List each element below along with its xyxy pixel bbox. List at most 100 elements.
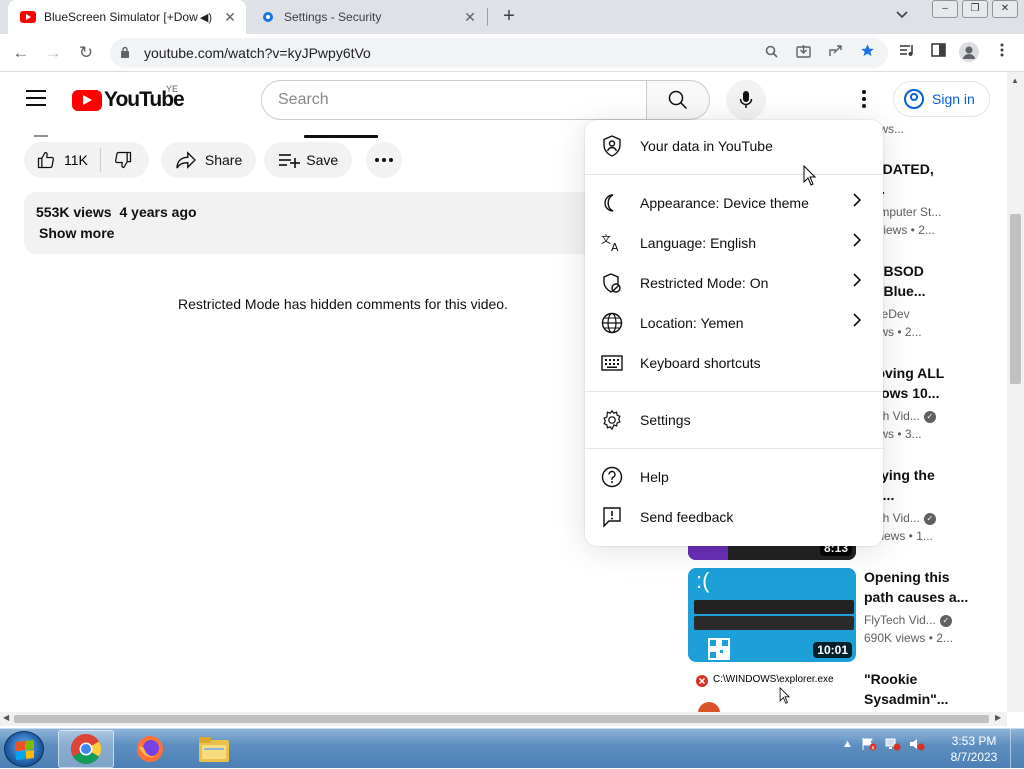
taskbar-chrome[interactable]: [58, 730, 114, 768]
system-tray: ▲ x: [842, 737, 925, 751]
recommendation-item[interactable]: Opening this path causes a... FlyTech Vi…: [864, 567, 974, 647]
show-desktop-button[interactable]: [1010, 729, 1024, 769]
profile-avatar-icon[interactable]: [958, 42, 980, 64]
sign-in-label: Sign in: [932, 91, 975, 107]
menu-item-appearance[interactable]: Appearance: Device theme: [585, 183, 883, 223]
action-center-flag-icon: x: [862, 738, 877, 751]
settings-dropdown-menu: Your data in YouTube Appearance: Device …: [585, 120, 883, 546]
browser-toolbar: ← → ↻ youtube.com/watch?v=kyJPwpy6tVo: [0, 34, 1024, 72]
youtube-header: YouTube YE Sign in: [0, 72, 1010, 126]
keyboard-icon: [601, 352, 623, 374]
rec-stats: 690K views • 2...: [864, 631, 953, 645]
scroll-left-arrow-icon[interactable]: ◀: [3, 713, 9, 722]
menu-item-restricted-mode[interactable]: Restricted Mode: On: [585, 263, 883, 303]
browser-tab-strip: BlueScreen Simulator [+Dow ◀) ✕ Settings…: [0, 0, 1024, 34]
lock-icon[interactable]: [120, 46, 134, 61]
tab-bluescreen-simulator[interactable]: BlueScreen Simulator [+Dow ◀) ✕: [8, 0, 246, 34]
show-hidden-icons-icon[interactable]: ▲: [842, 738, 853, 750]
gear-icon: [601, 409, 623, 431]
youtube-favicon-icon: [20, 9, 36, 25]
more-actions-button[interactable]: [366, 142, 403, 178]
folder-icon: [199, 737, 229, 762]
guide-menu-icon[interactable]: [26, 90, 46, 106]
menu-item-settings[interactable]: Settings: [585, 400, 883, 440]
video-meta: 553K views 4 years ago: [36, 204, 632, 220]
taskbar-file-explorer[interactable]: [186, 730, 242, 768]
video-thumbnail[interactable]: :( 10:01: [688, 568, 856, 662]
reading-list-icon[interactable]: [896, 42, 918, 64]
start-button[interactable]: [4, 731, 44, 767]
reload-icon[interactable]: ↻: [75, 42, 97, 64]
menu-item-send-feedback[interactable]: Send feedback: [585, 497, 883, 537]
share-button[interactable]: Share: [160, 142, 257, 178]
side-panel-icon[interactable]: [927, 42, 949, 64]
account-circle-icon: [904, 89, 924, 109]
video-thumbnail[interactable]: C:\WINDOWS\explorer.exe: [688, 670, 856, 712]
tab-title: BlueScreen Simulator [+Dow: [44, 10, 198, 24]
new-tab-button[interactable]: +: [498, 6, 520, 28]
recommendation-item[interactable]: "Rookie Sysadmin"...: [864, 669, 974, 709]
zoom-search-icon[interactable]: [760, 42, 782, 64]
clock-time: 3:53 PM: [951, 734, 997, 748]
channel-row-clipped: [34, 126, 384, 138]
menu-item-label: Send feedback: [640, 509, 734, 525]
horizontal-scrollbar[interactable]: ◀ ▶: [0, 712, 1007, 726]
search-input[interactable]: [278, 91, 646, 109]
horizontal-scroll-thumb[interactable]: [14, 715, 989, 723]
scroll-right-arrow-icon[interactable]: ▶: [995, 713, 1001, 722]
vertical-scrollbar[interactable]: ▲: [1007, 72, 1024, 712]
close-window-button[interactable]: ✕: [992, 0, 1018, 18]
search-icon: [668, 90, 688, 110]
rec-title: Sysadmin"...: [864, 691, 949, 707]
youtube-logo[interactable]: YouTube YE: [72, 84, 185, 112]
tab-settings-security[interactable]: Settings - Security ✕: [250, 0, 486, 34]
dislike-button[interactable]: [101, 142, 149, 178]
explorer-path-text: C:\WINDOWS\explorer.exe: [713, 674, 834, 685]
window-controls: ‒ ❐ ✕: [932, 0, 1018, 18]
forward-arrow-icon[interactable]: →: [42, 42, 64, 64]
show-more-button[interactable]: Show more: [36, 225, 632, 241]
chevron-right-icon: [853, 273, 862, 292]
chrome-menu-icon[interactable]: [991, 42, 1013, 64]
tab-separator: [487, 8, 488, 26]
clock-date: 8/7/2023: [950, 750, 998, 764]
search-button[interactable]: [646, 80, 710, 120]
minimize-button[interactable]: ‒: [932, 0, 958, 18]
share-page-icon[interactable]: [824, 42, 846, 64]
restricted-comments-message: Restricted Mode has hidden comments for …: [178, 296, 508, 312]
bookmark-star-icon[interactable]: [856, 42, 878, 64]
menu-item-language[interactable]: 文A Language: English: [585, 223, 883, 263]
menu-item-your-data[interactable]: Your data in YouTube: [585, 126, 883, 166]
menu-item-keyboard-shortcuts[interactable]: Keyboard shortcuts: [585, 343, 883, 383]
vertical-scroll-thumb[interactable]: [1010, 214, 1021, 384]
menu-item-help[interactable]: Help: [585, 457, 883, 497]
scroll-up-arrow-icon[interactable]: ▲: [1011, 76, 1019, 85]
taskbar-firefox[interactable]: [122, 730, 178, 768]
save-button[interactable]: Save: [264, 142, 353, 178]
install-app-icon[interactable]: [792, 42, 814, 64]
close-tab-icon[interactable]: ✕: [460, 9, 480, 26]
like-button[interactable]: 11K: [24, 148, 101, 172]
sign-in-button[interactable]: Sign in: [893, 81, 990, 117]
taskbar-clock[interactable]: 3:53 PM 8/7/2023: [948, 733, 1000, 765]
help-icon: [601, 466, 623, 488]
upload-age: 4 years ago: [119, 204, 197, 220]
menu-item-label: Keyboard shortcuts: [640, 355, 761, 371]
url-text[interactable]: youtube.com/watch?v=kyJPwpy6tVo: [144, 45, 760, 61]
like-dislike-group: 11K: [24, 142, 149, 178]
close-tab-icon[interactable]: ✕: [220, 9, 240, 26]
rec-channel-row: FlyTech Vid... ✓: [864, 611, 974, 629]
video-duration: 10:01: [813, 642, 852, 658]
settings-kebab-icon[interactable]: [852, 86, 876, 112]
maximize-button[interactable]: ❐: [962, 0, 988, 18]
back-arrow-icon[interactable]: ←: [10, 42, 32, 64]
moon-icon: [601, 192, 623, 214]
menu-item-location[interactable]: Location: Yemen: [585, 303, 883, 343]
address-bar[interactable]: youtube.com/watch?v=kyJPwpy6tVo: [110, 38, 888, 68]
search-input-container[interactable]: [261, 80, 647, 120]
voice-search-button[interactable]: [726, 80, 766, 120]
description-box[interactable]: 553K views 4 years ago Show more: [24, 192, 644, 254]
audio-playing-icon[interactable]: ◀): [200, 11, 212, 24]
tab-search-chevron-icon[interactable]: [896, 8, 908, 22]
network-icon: [885, 738, 901, 751]
